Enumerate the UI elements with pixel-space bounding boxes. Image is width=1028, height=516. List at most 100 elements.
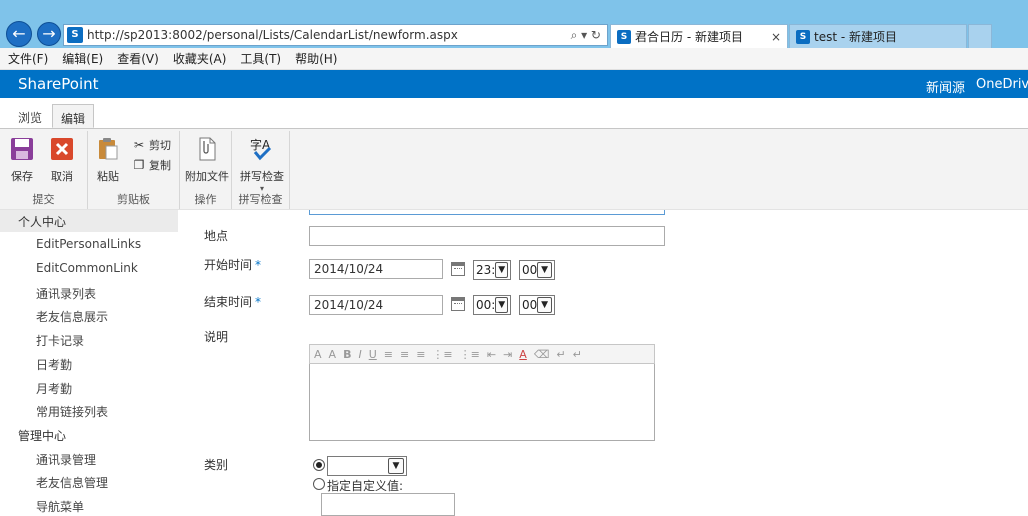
chevron-down-icon: ▼: [537, 262, 552, 278]
menu-view[interactable]: 查看(V): [117, 50, 159, 67]
start-date-input[interactable]: 2014/10/24: [309, 259, 443, 279]
custom-value-input[interactable]: [321, 493, 455, 516]
numbered-list-icon[interactable]: ⋮≡: [432, 348, 452, 361]
ltr-icon[interactable]: ↵: [556, 348, 565, 361]
title-input-edge[interactable]: [309, 210, 665, 215]
sharepoint-icon: S: [617, 29, 631, 44]
attach-label: 附加文件: [185, 170, 229, 183]
address-controls[interactable]: ⌕ ▾ ↻: [571, 28, 601, 43]
copy-icon: ❐: [133, 158, 145, 172]
tab-edit[interactable]: 编辑: [52, 104, 95, 128]
address-bar[interactable]: S http://sp2013:8002/personal/Lists/Cale…: [63, 24, 608, 46]
nav-alumni-display[interactable]: 老友信息展示: [36, 308, 108, 325]
sharepoint-icon: S: [67, 27, 83, 43]
close-icon[interactable]: ×: [771, 30, 781, 44]
cut-button[interactable]: ✂ 剪切: [132, 137, 171, 153]
nav-navigation-menu[interactable]: 导航菜单: [36, 498, 84, 515]
nav-admin-center[interactable]: 管理中心: [18, 427, 66, 444]
group-spelling: 字A 拼写检查 ▾ 拼写检查: [232, 131, 290, 209]
arrow-left-icon: ←: [12, 24, 26, 43]
start-minute-select[interactable]: 00 ▼: [519, 260, 555, 280]
cancel-icon: [51, 138, 73, 160]
end-date-input[interactable]: 2014/10/24: [309, 295, 443, 315]
chevron-down-icon: ▼: [388, 458, 404, 474]
menu-help[interactable]: 帮助(H): [295, 50, 337, 67]
rtl-icon[interactable]: ↵: [573, 348, 582, 361]
description-editor[interactable]: [309, 364, 655, 441]
text-color-icon[interactable]: A: [519, 348, 527, 361]
category-custom-radio[interactable]: [313, 478, 325, 490]
end-minute-select[interactable]: 00 ▼: [519, 295, 555, 315]
copy-label: 复制: [149, 159, 171, 172]
cancel-label: 取消: [51, 170, 73, 183]
nav-alumni-admin[interactable]: 老友信息管理: [36, 474, 108, 491]
attach-file-icon: [199, 137, 216, 161]
cancel-button[interactable]: 取消: [42, 137, 82, 184]
group-label: 操作: [194, 193, 217, 206]
underline-icon[interactable]: U: [369, 348, 377, 361]
background-color-icon[interactable]: ⌫: [534, 348, 550, 361]
nav-edit-personal-links[interactable]: EditPersonalLinks: [36, 237, 141, 251]
location-input[interactable]: [309, 226, 665, 246]
tab-title: 君合日历 - 新建项目: [635, 30, 743, 44]
chevron-down-icon: ▼: [495, 297, 508, 313]
forward-button[interactable]: →: [37, 22, 61, 46]
save-label: 保存: [11, 170, 33, 183]
calendar-icon[interactable]: [451, 297, 465, 311]
nav-edit-common-link[interactable]: EditCommonLink: [36, 261, 138, 275]
spelling-button[interactable]: 字A 拼写检查 ▾: [238, 137, 286, 193]
nav-personal-center[interactable]: 个人中心: [18, 213, 66, 230]
nav-contacts-admin[interactable]: 通讯录管理: [36, 451, 96, 468]
back-button[interactable]: ←: [6, 21, 32, 47]
save-button[interactable]: 保存: [2, 137, 42, 184]
category-label: 类别: [204, 458, 229, 472]
new-tab-button[interactable]: [968, 24, 992, 48]
browser-tab-active[interactable]: S 君合日历 - 新建项目 ×: [610, 24, 788, 48]
nav-common-links-list[interactable]: 常用链接列表: [36, 403, 108, 420]
outdent-icon[interactable]: ⇤: [487, 348, 496, 361]
start-hour-select[interactable]: 23: ▼: [473, 260, 511, 280]
category-choice-radio[interactable]: [313, 459, 325, 471]
end-hour-select[interactable]: 00: ▼: [473, 295, 511, 315]
sharepoint-brand[interactable]: SharePoint: [18, 75, 99, 93]
font-size-icon[interactable]: A: [329, 348, 337, 361]
group-submit: 保存 取消 提交: [0, 131, 88, 209]
menu-edit[interactable]: 编辑(E): [62, 50, 103, 67]
bold-icon[interactable]: B: [343, 348, 351, 361]
paste-button[interactable]: 粘贴: [88, 137, 128, 184]
bullet-list-icon[interactable]: ⋮≡: [460, 348, 480, 361]
browser-chrome: ← → S http://sp2013:8002/personal/Lists/…: [0, 0, 1028, 48]
attach-file-button[interactable]: 附加文件: [184, 137, 230, 184]
spelling-label: 拼写检查: [240, 170, 284, 183]
group-clipboard: 粘贴 ✂ 剪切 ❐ 复制 剪贴板: [88, 131, 180, 209]
tab-title: test - 新建项目: [814, 30, 898, 44]
nav-punch-records[interactable]: 打卡记录: [36, 332, 84, 349]
suite-bar: SharePoint 新闻源 OneDrive: [0, 70, 1028, 98]
nav-daily-attendance[interactable]: 日考勤: [36, 356, 72, 373]
ribbon-tabs: 浏览 编辑: [0, 98, 1028, 128]
newsfeed-link[interactable]: 新闻源: [926, 77, 965, 96]
align-right-icon[interactable]: ≡: [416, 348, 425, 361]
indent-icon[interactable]: ⇥: [503, 348, 512, 361]
cut-label: 剪切: [149, 139, 171, 152]
category-select[interactable]: ▼: [327, 456, 407, 476]
arrow-right-icon: →: [42, 24, 56, 43]
menu-favorites[interactable]: 收藏夹(A): [173, 50, 227, 67]
tab-browse[interactable]: 浏览: [10, 104, 50, 128]
copy-button[interactable]: ❐ 复制: [132, 157, 171, 173]
nav-contacts-list[interactable]: 通讯录列表: [36, 285, 96, 302]
onedrive-link[interactable]: OneDrive: [976, 77, 1028, 92]
paste-icon: [99, 138, 118, 160]
menu-tools[interactable]: 工具(T): [240, 50, 281, 67]
font-icon[interactable]: A: [314, 348, 322, 361]
address-url[interactable]: http://sp2013:8002/personal/Lists/Calend…: [87, 28, 571, 42]
nav-monthly-attendance[interactable]: 月考勤: [36, 380, 72, 397]
align-center-icon[interactable]: ≡: [400, 348, 409, 361]
calendar-icon[interactable]: [451, 262, 465, 276]
scissors-icon: ✂: [133, 138, 145, 152]
align-left-icon[interactable]: ≡: [384, 348, 393, 361]
browser-tab-test[interactable]: S test - 新建项目: [789, 24, 967, 48]
chevron-down-icon: ▼: [495, 262, 508, 278]
italic-icon[interactable]: I: [358, 348, 361, 361]
menu-file[interactable]: 文件(F): [8, 50, 48, 67]
